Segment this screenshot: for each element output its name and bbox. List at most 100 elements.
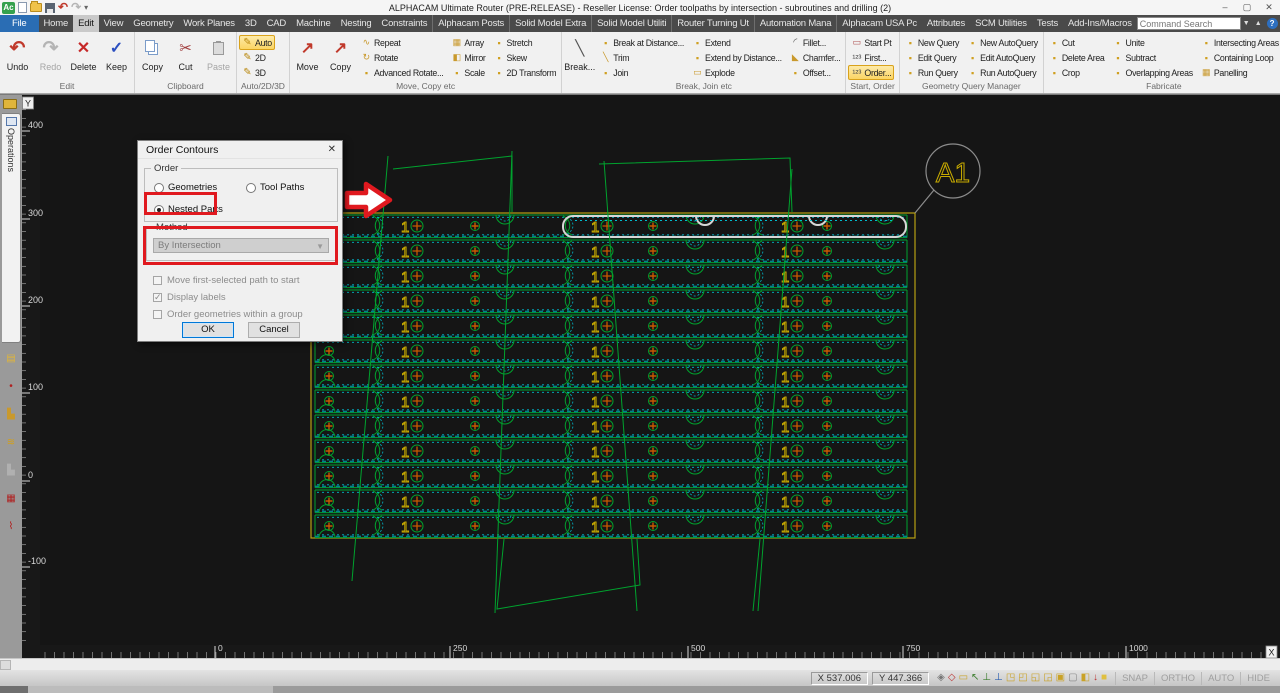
horizontal-scrollbar[interactable] bbox=[0, 658, 1280, 670]
view-tool-icon-8[interactable]: ◰ bbox=[1018, 671, 1027, 685]
redo-quick-icon[interactable]: ↷ bbox=[71, 2, 81, 13]
trim-button[interactable]: ╲Trim bbox=[597, 50, 687, 65]
radio-nested-parts-dot[interactable] bbox=[154, 205, 164, 215]
checkbox-display-labels-box[interactable] bbox=[153, 293, 162, 302]
tab-add-ins-macros[interactable]: Add-Ins/Macros bbox=[1063, 15, 1137, 32]
auto-button[interactable]: ✎Auto bbox=[239, 35, 275, 50]
view-tool-icon-7[interactable]: ◳ bbox=[1006, 671, 1015, 685]
view-tool-icon-2[interactable]: ◇ bbox=[948, 671, 956, 685]
delete-button[interactable]: ✕Delete bbox=[67, 33, 100, 81]
command-search-input[interactable] bbox=[1137, 17, 1241, 30]
containing-loop-button[interactable]: ▪Containing Loop bbox=[1198, 50, 1280, 65]
undo-quick-icon[interactable]: ↶ bbox=[58, 2, 68, 13]
sidebar-tool-icon-3[interactable]: ▙ bbox=[4, 409, 18, 421]
tab-solid-model-extra[interactable]: Solid Model Extra bbox=[509, 15, 591, 32]
radio-geometries-dot[interactable] bbox=[154, 183, 164, 193]
sidebar-tool-icon-4[interactable]: ≋ bbox=[4, 437, 18, 449]
tab-nesting[interactable]: Nesting bbox=[336, 15, 377, 32]
radio-tool-paths-dot[interactable] bbox=[246, 183, 256, 193]
checkbox-move-first-selected-box[interactable] bbox=[153, 276, 162, 285]
app-logo-icon[interactable]: Ac bbox=[2, 2, 15, 14]
radio-geometries[interactable]: Geometries bbox=[154, 182, 217, 193]
view-tool-icon-1[interactable]: ◈ bbox=[937, 671, 945, 685]
close-button[interactable]: ✕ bbox=[1258, 0, 1280, 15]
cut-button[interactable]: ✂Cut bbox=[169, 33, 202, 81]
move-button[interactable]: ↗Move bbox=[291, 33, 324, 81]
save-icon[interactable] bbox=[45, 3, 55, 13]
view-tool-icon-13[interactable]: ◧ bbox=[1081, 671, 1090, 685]
tab-view[interactable]: View bbox=[99, 15, 129, 32]
view-tool-icon-4[interactable]: ↖ bbox=[971, 671, 979, 685]
sidebar-tool-icon-1[interactable]: ▤ bbox=[4, 353, 18, 365]
checkbox-display-labels[interactable]: Display labels bbox=[153, 292, 226, 303]
collapse-ribbon-icon[interactable]: ▲ bbox=[1252, 20, 1265, 27]
array-button[interactable]: ▦Array bbox=[448, 35, 488, 50]
restore-button[interactable]: ▢ bbox=[1236, 0, 1258, 15]
paste-button[interactable]: Paste bbox=[202, 33, 235, 81]
offset-button[interactable]: ▪Offset... bbox=[787, 65, 844, 80]
first-button[interactable]: ¹²³First... bbox=[848, 50, 894, 65]
checkbox-order-within-group[interactable]: Order geometries within a group bbox=[153, 309, 303, 320]
keep-button[interactable]: ✓Keep bbox=[100, 33, 133, 81]
tab-work-planes[interactable]: Work Planes bbox=[178, 15, 239, 32]
view-tool-icon-15[interactable]: ■ bbox=[1101, 671, 1107, 685]
intersecting-areas-button[interactable]: ▪Intersecting Areas bbox=[1198, 35, 1280, 50]
new-autoquery-button[interactable]: ▪New AutoQuery bbox=[964, 35, 1041, 50]
toggle-ortho[interactable]: ORTHO bbox=[1154, 672, 1201, 685]
tab-tests[interactable]: Tests bbox=[1032, 15, 1063, 32]
toggle-hide[interactable]: HIDE bbox=[1240, 672, 1276, 685]
tab-solid-model-utiliti[interactable]: Solid Model Utiliti bbox=[591, 15, 671, 32]
order-button[interactable]: ¹²³Order... bbox=[848, 65, 894, 80]
delete-area-button[interactable]: ▪Delete Area bbox=[1046, 50, 1108, 65]
sidebar-tool-icon-5[interactable]: ▙ bbox=[4, 465, 18, 477]
break-button[interactable]: ╲Break... bbox=[563, 33, 596, 81]
quick-access-dropdown-icon[interactable]: ▾ bbox=[84, 3, 88, 12]
rotate-button[interactable]: ↻Rotate bbox=[358, 50, 446, 65]
new-file-icon[interactable] bbox=[18, 2, 27, 13]
radio-nested-parts[interactable]: Nested Parts bbox=[154, 204, 223, 215]
tab-3d[interactable]: 3D bbox=[240, 15, 262, 32]
radio-tool-paths[interactable]: Tool Paths bbox=[246, 182, 304, 193]
view-tool-icon-6[interactable]: ⊥ bbox=[994, 671, 1003, 685]
chamfer-button[interactable]: ◣Chamfer... bbox=[787, 50, 844, 65]
copy-button[interactable]: ↗Copy bbox=[324, 33, 357, 81]
extend-by-distance-button[interactable]: ▪Extend by Distance... bbox=[689, 50, 785, 65]
undo-button[interactable]: ↶Undo bbox=[1, 33, 34, 81]
break-at-distance-button[interactable]: ▪Break at Distance... bbox=[597, 35, 687, 50]
cut-button[interactable]: ▪Cut bbox=[1046, 35, 1108, 50]
scrollbar-left-box[interactable] bbox=[0, 660, 11, 670]
ok-button[interactable]: OK bbox=[182, 322, 234, 338]
new-query-button[interactable]: ▪New Query bbox=[902, 35, 962, 50]
explode-button[interactable]: ▭Explode bbox=[689, 65, 785, 80]
dialog-title-bar[interactable]: Order Contours ✕ bbox=[138, 141, 342, 159]
operations-tab[interactable]: Operations bbox=[2, 113, 21, 343]
2d-button[interactable]: ✎2D bbox=[239, 50, 275, 65]
run-autoquery-button[interactable]: ▪Run AutoQuery bbox=[964, 65, 1041, 80]
sidebar-tool-icon-2[interactable]: • bbox=[4, 381, 18, 393]
tab-alphacam-posts[interactable]: Alphacam Posts bbox=[432, 15, 509, 32]
view-tool-icon-12[interactable]: ▢ bbox=[1068, 671, 1077, 685]
panelling-button[interactable]: ▦Panelling bbox=[1198, 65, 1280, 80]
view-tool-icon-5[interactable]: ⊥ bbox=[982, 671, 991, 685]
toggle-snap[interactable]: SNAP bbox=[1115, 672, 1154, 685]
cancel-button[interactable]: Cancel bbox=[248, 322, 300, 338]
method-dropdown[interactable]: By Intersection ▼ bbox=[153, 238, 329, 253]
view-tool-icon-9[interactable]: ◱ bbox=[1031, 671, 1040, 685]
open-file-icon[interactable] bbox=[30, 3, 42, 12]
redo-button[interactable]: ↷Redo bbox=[34, 33, 67, 81]
tab-automation-mana[interactable]: Automation Mana bbox=[754, 15, 836, 32]
2d-transform-button[interactable]: ▪2D Transform bbox=[491, 65, 560, 80]
dialog-close-icon[interactable]: ✕ bbox=[328, 144, 336, 155]
copy-button[interactable]: Copy bbox=[136, 33, 169, 81]
3d-button[interactable]: ✎3D bbox=[239, 65, 275, 80]
unite-button[interactable]: ▪Unite bbox=[1110, 35, 1196, 50]
tab-router-turning-ut[interactable]: Router Turning Ut bbox=[671, 15, 754, 32]
view-tool-icon-10[interactable]: ◲ bbox=[1043, 671, 1052, 685]
edit-query-button[interactable]: ▪Edit Query bbox=[902, 50, 962, 65]
view-tool-icon-14[interactable]: ↓ bbox=[1093, 671, 1098, 685]
tab-machine[interactable]: Machine bbox=[291, 15, 336, 32]
sidebar-tool-icon-6[interactable]: ▦ bbox=[4, 493, 18, 505]
skew-button[interactable]: ▪Skew bbox=[491, 50, 560, 65]
join-button[interactable]: ▪Join bbox=[597, 65, 687, 80]
minimize-button[interactable]: – bbox=[1214, 0, 1236, 15]
